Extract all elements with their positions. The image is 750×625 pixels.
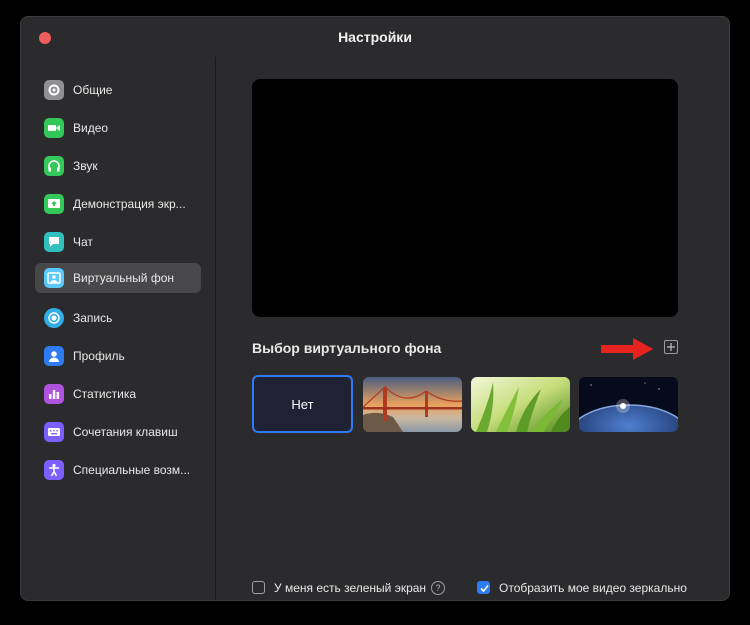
sidebar-item-accessibility[interactable]: Специальные возм... — [35, 455, 201, 485]
sidebar-item-statistics[interactable]: Статистика — [35, 379, 201, 409]
sidebar-item-label: Демонстрация экр... — [73, 197, 186, 211]
green-screen-label: У меня есть зеленый экран — [274, 581, 427, 595]
sidebar-item-label: Общие — [73, 83, 113, 97]
golden-gate-bridge-image — [363, 377, 462, 432]
sidebar-item-label: Звук — [73, 159, 98, 173]
settings-window: Настройки Общие Видео Звук Демонстрация … — [20, 16, 730, 601]
background-option-golden-gate[interactable] — [363, 377, 462, 432]
help-icon[interactable]: ? — [431, 581, 445, 595]
headphones-icon — [44, 156, 64, 176]
background-option-earth[interactable] — [579, 377, 678, 432]
sidebar-item-general[interactable]: Общие — [35, 75, 201, 105]
sidebar-item-label: Профиль — [73, 349, 125, 363]
sidebar-item-chat[interactable]: Чат — [35, 227, 201, 257]
sidebar-item-label: Специальные возм... — [73, 463, 191, 477]
background-option-label: Нет — [291, 397, 314, 412]
red-arrow-icon — [601, 338, 653, 360]
sidebar-item-keyboard-shortcuts[interactable]: Сочетания клавиш — [35, 417, 201, 447]
sidebar-item-label: Сочетания клавиш — [73, 425, 178, 439]
sidebar-item-label: Запись — [73, 311, 113, 325]
sidebar-item-virtual-background[interactable]: Виртуальный фон — [35, 263, 201, 293]
share-screen-icon — [44, 194, 64, 214]
sidebar-item-audio[interactable]: Звук — [35, 151, 201, 181]
add-background-button[interactable] — [664, 340, 678, 354]
mirror-video-checkbox[interactable] — [477, 581, 490, 594]
section-title: Выбор виртуального фона — [252, 340, 442, 356]
virtual-background-panel: Выбор виртуального фона Нет У меня есть … — [217, 57, 729, 600]
background-option-none[interactable]: Нет — [252, 375, 353, 433]
chat-bubble-icon — [44, 232, 64, 252]
sidebar-item-video[interactable]: Видео — [35, 113, 201, 143]
earth-from-space-image — [579, 377, 678, 432]
title-bar: Настройки — [21, 17, 729, 57]
mirror-video-label: Отобразить мое видео зеркально — [499, 581, 687, 595]
gear-icon — [44, 80, 64, 100]
profile-icon — [44, 346, 64, 366]
sidebar-item-profile[interactable]: Профиль — [35, 341, 201, 371]
sidebar-item-label: Чат — [73, 235, 93, 249]
statistics-icon — [44, 384, 64, 404]
accessibility-icon — [44, 460, 64, 480]
plus-icon — [667, 343, 675, 351]
video-preview — [252, 79, 678, 317]
sidebar-item-label: Виртуальный фон — [73, 271, 175, 285]
record-icon — [44, 308, 64, 328]
virtual-background-icon — [44, 268, 64, 288]
keyboard-icon — [44, 422, 64, 442]
sidebar-item-label: Видео — [73, 121, 109, 135]
grass-image — [471, 377, 570, 432]
sidebar-item-share-screen[interactable]: Демонстрация экр... — [35, 189, 201, 219]
sidebar-item-label: Статистика — [73, 387, 137, 401]
checkmark-icon — [480, 584, 489, 593]
green-screen-checkbox[interactable] — [252, 581, 265, 594]
settings-sidebar: Общие Видео Звук Демонстрация экр... Чат — [21, 57, 216, 600]
background-option-grass[interactable] — [471, 377, 570, 432]
window-title: Настройки — [338, 29, 412, 45]
video-camera-icon — [44, 118, 64, 138]
sidebar-item-recording[interactable]: Запись — [35, 303, 201, 333]
